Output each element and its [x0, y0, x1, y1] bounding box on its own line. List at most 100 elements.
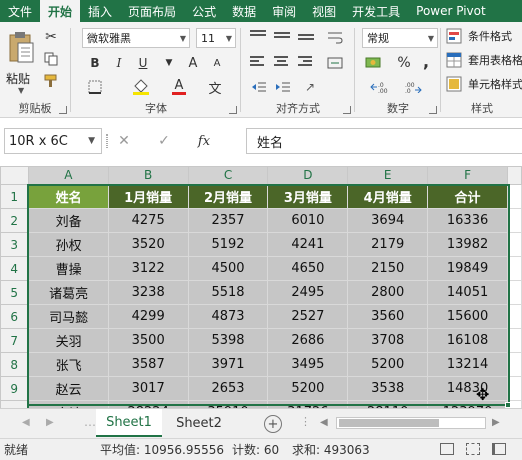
row-header[interactable]: 10: [0, 400, 30, 408]
table-cell[interactable]: 28110: [347, 400, 429, 408]
number-format-select[interactable]: 常规 ▼: [362, 28, 438, 48]
row-header[interactable]: 1: [0, 184, 30, 209]
format-as-table-button[interactable]: 套用表格格: [446, 52, 522, 68]
table-cell[interactable]: 赵云: [27, 376, 109, 401]
underline-button[interactable]: U: [134, 54, 152, 72]
currency-button[interactable]: [362, 54, 384, 72]
table-cell[interactable]: 3538: [347, 376, 429, 401]
row-header[interactable]: 7: [0, 328, 30, 353]
menu-view[interactable]: 视图: [304, 0, 344, 22]
cut-button[interactable]: ✂: [42, 28, 60, 46]
table-cell[interactable]: 4500: [187, 256, 269, 281]
table-cell[interactable]: 5518: [187, 280, 269, 305]
table-cell[interactable]: 刘备: [27, 208, 109, 233]
scrollbar-thumb[interactable]: [339, 419, 439, 427]
table-cell[interactable]: 6010: [267, 208, 349, 233]
decrease-indent-button[interactable]: [250, 78, 268, 96]
horizontal-scrollbar[interactable]: [336, 417, 486, 429]
column-header-b[interactable]: B: [107, 166, 189, 186]
tab-sheet1[interactable]: Sheet1: [96, 409, 162, 437]
table-cell[interactable]: 合计: [27, 400, 109, 408]
increase-indent-button[interactable]: [274, 78, 292, 96]
table-cell[interactable]: 4241: [267, 232, 349, 257]
comma-button[interactable]: ,: [418, 52, 434, 71]
enter-icon[interactable]: ✓: [144, 133, 184, 149]
table-cell[interactable]: [506, 352, 522, 377]
merge-center-button[interactable]: [324, 54, 346, 72]
grow-font-button[interactable]: A: [184, 54, 202, 72]
table-cell[interactable]: 5200: [347, 352, 429, 377]
table-cell[interactable]: 123970: [427, 400, 508, 408]
table-cell[interactable]: 13214: [427, 352, 508, 377]
column-header-c[interactable]: C: [187, 166, 269, 186]
copy-button[interactable]: [42, 50, 60, 68]
paste-button[interactable]: [6, 28, 36, 68]
table-cell[interactable]: 司马懿: [27, 304, 109, 329]
bold-button[interactable]: B: [86, 54, 104, 72]
table-cell[interactable]: [506, 184, 522, 209]
table-cell[interactable]: 5192: [187, 232, 269, 257]
table-cell[interactable]: 16108: [427, 328, 508, 353]
menu-insert[interactable]: 插入: [80, 0, 120, 22]
chevron-down-icon[interactable]: ▼: [18, 86, 24, 95]
font-size-select[interactable]: 11 ▼: [196, 28, 236, 48]
clipboard-launcher-icon[interactable]: [59, 106, 67, 114]
table-cell[interactable]: 19849: [427, 256, 508, 281]
row-header[interactable]: 3: [0, 232, 30, 257]
table-cell[interactable]: [506, 280, 522, 305]
table-cell[interactable]: 4275: [107, 208, 189, 233]
chevron-down-icon[interactable]: ▼: [88, 136, 95, 146]
header-cell[interactable]: 合计: [427, 184, 508, 209]
row-header[interactable]: 9: [0, 376, 30, 401]
shrink-font-button[interactable]: A: [208, 54, 226, 72]
column-header-e[interactable]: E: [347, 166, 429, 186]
tab-scroll-right-icon[interactable]: ▶: [46, 417, 54, 428]
row-header[interactable]: 4: [0, 256, 30, 281]
table-cell[interactable]: 2179: [347, 232, 429, 257]
menu-power-pivot[interactable]: Power Pivot: [408, 0, 494, 22]
table-cell[interactable]: 4299: [107, 304, 189, 329]
header-cell[interactable]: 姓名: [27, 184, 109, 209]
formula-input[interactable]: 姓名: [246, 128, 522, 154]
wrap-text-button[interactable]: [324, 28, 346, 46]
menu-formulas[interactable]: 公式: [184, 0, 224, 22]
menu-file[interactable]: 文件: [0, 0, 40, 22]
more-tabs-icon[interactable]: …: [84, 415, 96, 429]
italic-button[interactable]: I: [110, 54, 128, 72]
table-cell[interactable]: 14051: [427, 280, 508, 305]
row-header[interactable]: 5: [0, 280, 30, 305]
table-cell[interactable]: 诸葛亮: [27, 280, 109, 305]
table-cell[interactable]: [506, 304, 522, 329]
table-cell[interactable]: 16336: [427, 208, 508, 233]
column-header-a[interactable]: A: [27, 166, 109, 186]
cancel-icon[interactable]: ✕: [104, 133, 144, 149]
table-cell[interactable]: 3971: [187, 352, 269, 377]
table-cell[interactable]: 15600: [427, 304, 508, 329]
fill-color-button[interactable]: [128, 78, 154, 96]
header-cell[interactable]: 1月销量: [107, 184, 189, 209]
table-cell[interactable]: 3560: [347, 304, 429, 329]
table-cell[interactable]: [506, 328, 522, 353]
table-cell[interactable]: 14830: [427, 376, 508, 401]
table-cell[interactable]: 3500: [107, 328, 189, 353]
column-header-g[interactable]: [506, 166, 522, 185]
align-middle-button[interactable]: [274, 30, 290, 46]
alignment-launcher-icon[interactable]: [343, 106, 351, 114]
row-header[interactable]: 2: [0, 208, 30, 233]
scroll-left-icon[interactable]: ◀: [320, 417, 328, 428]
orientation-button[interactable]: ↗: [300, 78, 320, 96]
table-cell[interactable]: 5200: [267, 376, 349, 401]
table-cell[interactable]: 5398: [187, 328, 269, 353]
tab-scroll-left-icon[interactable]: ◀: [22, 417, 30, 428]
tab-splitter-icon[interactable]: ⋮: [300, 415, 311, 428]
row-header[interactable]: 8: [0, 352, 30, 377]
add-sheet-button[interactable]: +: [264, 415, 282, 433]
table-cell[interactable]: 31726: [267, 400, 349, 408]
table-cell[interactable]: 张飞: [27, 352, 109, 377]
format-painter-button[interactable]: [42, 72, 60, 90]
menu-home[interactable]: 开始: [40, 0, 81, 22]
header-cell[interactable]: 3月销量: [267, 184, 349, 209]
menu-page-layout[interactable]: 页面布局: [120, 0, 184, 22]
font-name-select[interactable]: 微软雅黑 ▼: [82, 28, 190, 48]
table-cell[interactable]: 13982: [427, 232, 508, 257]
